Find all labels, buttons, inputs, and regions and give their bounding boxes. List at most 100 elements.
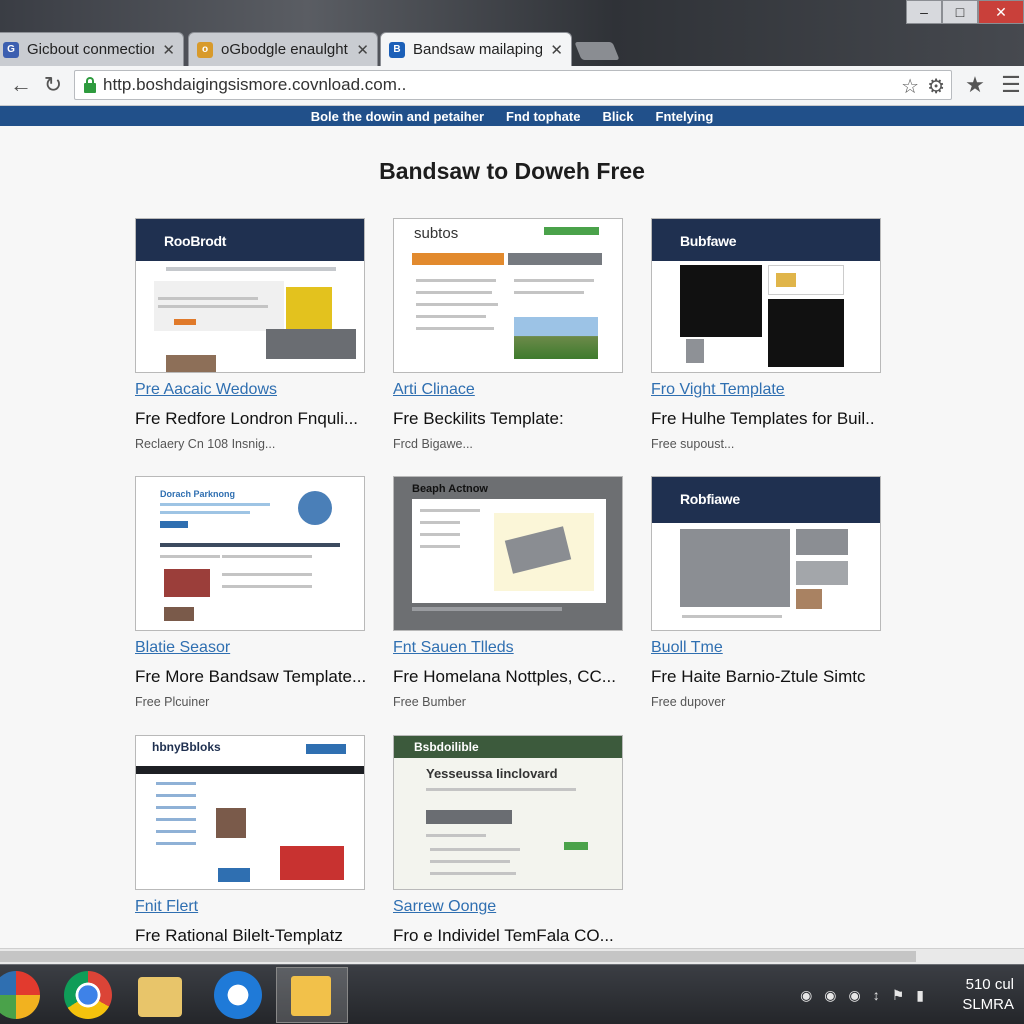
template-link[interactable]: Sarrew Oonge: [393, 898, 623, 916]
template-meta: Free Bumber: [393, 695, 466, 709]
thumb-heading: Yesseussa Iinclovard: [426, 766, 558, 781]
template-meta: Reclaery Cn 108 Insnig...: [135, 437, 276, 451]
template-thumbnail[interactable]: hbnyBbloks: [135, 735, 365, 890]
template-thumbnail[interactable]: Dorach Parknong: [135, 476, 365, 631]
site-nav-item[interactable]: Bole the dowin and petaiher: [311, 109, 484, 124]
template-card[interactable]: hbnyBbloks Fnit Flert Fre Rational Bilel…: [135, 735, 365, 946]
star-icon[interactable]: ☆: [901, 74, 919, 99]
site-nav-item[interactable]: Fnd tophate: [506, 109, 580, 124]
template-meta: Free dupover: [651, 695, 726, 709]
battery-icon[interactable]: ▮: [916, 987, 924, 1004]
template-link[interactable]: Fro Vight Template: [651, 381, 881, 399]
chrome-icon[interactable]: [64, 971, 112, 1019]
menu-icon[interactable]: ☰: [998, 72, 1024, 98]
template-link[interactable]: Fnit Flert: [135, 898, 365, 916]
template-card[interactable]: Bubfawe Fro Vight Template Fre Hulhe Tem…: [651, 218, 881, 451]
shield-icon[interactable]: ◉: [800, 987, 812, 1004]
template-name[interactable]: Fro e Individel TemFala CO...: [393, 926, 623, 946]
site-nav-item[interactable]: Blick: [602, 109, 633, 124]
template-card[interactable]: Dorach Parknong Blatie Seasor Fre More B…: [135, 476, 365, 709]
address-bar[interactable]: http.boshdaigingsismore.covnload.com.. ☆…: [74, 70, 952, 100]
tab-1[interactable]: G Gicbout conmections ✕: [0, 32, 184, 66]
tab-favicon-icon: o: [197, 41, 213, 58]
template-link[interactable]: Pre Aacaic Wedows: [135, 381, 365, 399]
close-tab-icon[interactable]: ✕: [162, 41, 175, 59]
ie-icon[interactable]: [214, 971, 262, 1019]
template-link[interactable]: Fnt Sauen Tlleds: [393, 639, 623, 657]
flag-icon[interactable]: ⚑: [892, 987, 905, 1004]
template-link[interactable]: Blatie Seasor: [135, 639, 365, 657]
horizontal-scrollbar[interactable]: [0, 948, 1024, 964]
site-nav-bar: Bole the dowin and petaiher Fnd tophate …: [0, 106, 1024, 126]
close-tab-icon[interactable]: ✕: [356, 41, 369, 59]
site-nav-item[interactable]: Fntelying: [656, 109, 714, 124]
template-meta: Free supoust...: [651, 437, 735, 451]
tab-label: Gicbout conmections: [27, 41, 155, 58]
thumb-logo: hbnyBbloks: [152, 740, 221, 754]
url-text[interactable]: http.boshdaigingsismore.covnload.com..: [103, 75, 406, 95]
template-name[interactable]: Fre Hulhe Templates for Buil..: [651, 409, 881, 429]
tab-label: oGbodgle enaulghts: [221, 41, 349, 58]
tab-favicon-icon: B: [389, 41, 405, 58]
scrollbar-thumb[interactable]: [0, 951, 916, 962]
template-card[interactable]: RooBrodt Pre Aacaic Wedows Fre Redfore L…: [135, 218, 365, 451]
clock[interactable]: 510 cul SLMRA: [962, 975, 1014, 1015]
template-name[interactable]: Fre Beckilits Template:: [393, 409, 623, 429]
page-title: Bandsaw to Doweh Free: [379, 158, 645, 184]
new-tab-button[interactable]: [574, 42, 620, 60]
notepad-app-button[interactable]: [276, 967, 348, 1023]
reload-icon[interactable]: ↻: [40, 72, 66, 98]
volume-icon[interactable]: ◉: [849, 987, 861, 1004]
template-thumbnail[interactable]: Robfiawe: [651, 476, 881, 631]
close-tab-icon[interactable]: ✕: [550, 41, 563, 59]
close-window-button[interactable]: ✕: [978, 0, 1024, 24]
template-meta: Free Plcuiner: [135, 695, 210, 709]
thumb-logo: RooBrodt: [164, 233, 227, 249]
maximize-button[interactable]: □: [942, 0, 978, 24]
template-name[interactable]: Fre More Bandsaw Template...: [135, 667, 365, 687]
network-icon[interactable]: ◉: [824, 987, 836, 1004]
beach-ball-app-icon[interactable]: [0, 971, 40, 1019]
window-controls: – □ ✕: [906, 0, 1024, 26]
taskbar: ◉ ◉ ◉ ↕ ⚑ ▮ 510 cul SLMRA: [0, 964, 1024, 1024]
template-name[interactable]: Fre Redfore Londron Fnquli...: [135, 409, 365, 429]
thumb-logo: Bubfawe: [680, 233, 737, 249]
bookmark-icon[interactable]: ★: [962, 72, 988, 98]
tab-favicon-icon: G: [3, 41, 19, 58]
template-thumbnail[interactable]: Beaph Actnow: [393, 476, 623, 631]
tab-strip: G Gicbout conmections ✕ o oGbodgle enaul…: [0, 0, 1024, 66]
template-card[interactable]: Beaph Actnow Fnt Sauen Tlleds Fre Homela…: [393, 476, 623, 709]
template-name[interactable]: Fre Haite Barnio-Ztule Simtc: [651, 667, 881, 687]
template-thumbnail[interactable]: RooBrodt: [135, 218, 365, 373]
folder-mail-icon[interactable]: [138, 977, 182, 1017]
template-name[interactable]: Fre Rational Bilelt-Templatz: [135, 926, 365, 946]
template-card[interactable]: Bsbdoilible Yesseussa Iinclovard Sarrew …: [393, 735, 623, 946]
page-content: Bandsaw to Doweh Free RooBrodt Pre Aacai…: [0, 126, 1024, 964]
template-link[interactable]: Buoll Tme: [651, 639, 881, 657]
template-card[interactable]: subtos Arti Clinace Fre Beckilits Templa…: [393, 218, 623, 451]
template-link[interactable]: Arti Clinace: [393, 381, 623, 399]
clock-date: SLMRA: [962, 996, 1014, 1013]
thumb-logo: Robfiawe: [680, 491, 740, 507]
notepad-icon: [291, 976, 331, 1016]
thumb-logo: Bsbdoilible: [414, 740, 479, 754]
template-thumbnail[interactable]: Bubfawe: [651, 218, 881, 373]
template-thumbnail[interactable]: Bsbdoilible Yesseussa Iinclovard: [393, 735, 623, 890]
settings-icon[interactable]: ⚙: [927, 74, 945, 99]
back-arrow-icon[interactable]: ←: [8, 72, 34, 98]
tab-label: Bandsaw mailaping: [413, 41, 543, 58]
browser-toolbar: ← ↻ http.boshdaigingsismore.covnload.com…: [0, 66, 1024, 106]
template-thumbnail[interactable]: subtos: [393, 218, 623, 373]
minimize-button[interactable]: –: [906, 0, 942, 24]
lock-icon: [83, 77, 97, 93]
thumb-logo: subtos: [414, 225, 459, 242]
thumb-logo: Dorach Parknong: [160, 489, 236, 499]
clock-time: 510 cul: [965, 976, 1014, 993]
tab-2[interactable]: o oGbodgle enaulghts ✕: [188, 32, 378, 66]
tab-3-active[interactable]: B Bandsaw mailaping ✕: [380, 32, 572, 66]
template-name[interactable]: Fre Homelana Nottples, CC...: [393, 667, 623, 687]
template-card[interactable]: Robfiawe Buoll Tme Fre Haite Barnio-Ztul…: [651, 476, 881, 709]
arrow-icon[interactable]: ↕: [873, 987, 880, 1004]
thumb-logo: Beaph Actnow: [412, 483, 488, 495]
system-tray: ◉ ◉ ◉ ↕ ⚑ ▮: [800, 987, 924, 1004]
